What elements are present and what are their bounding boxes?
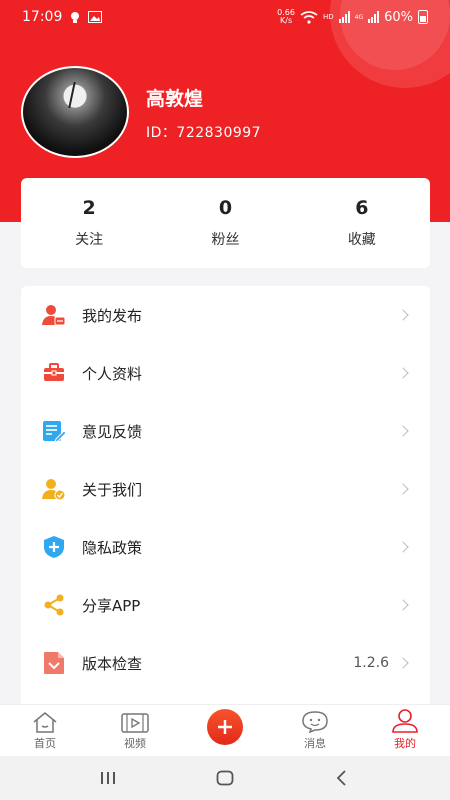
menu-item-share[interactable]: 分享APP bbox=[21, 576, 430, 634]
clock: 17:09 bbox=[22, 9, 63, 25]
stat-label: 收藏 bbox=[347, 232, 376, 248]
tab-messages[interactable]: 消息 bbox=[270, 705, 360, 756]
status-bar: 17:09 0.66 K/s HD 4G 60% bbox=[0, 0, 450, 34]
home-icon bbox=[33, 712, 57, 733]
tab-video[interactable]: 视频 bbox=[90, 705, 180, 756]
feedback-icon bbox=[42, 419, 66, 443]
tab-label: 首页 bbox=[34, 737, 56, 750]
video-icon bbox=[121, 713, 149, 733]
chevron-right-icon bbox=[397, 425, 409, 437]
signal-icon bbox=[338, 11, 350, 23]
recent-apps-icon bbox=[101, 772, 116, 784]
tab-label: 视频 bbox=[124, 737, 146, 750]
net-speed: 0.66 K/s bbox=[277, 8, 295, 25]
menu-item-label: 意见反馈 bbox=[82, 422, 143, 441]
stat-value: 6 bbox=[355, 197, 369, 219]
menu-item-version[interactable]: 版本检查 1.2.6 bbox=[21, 634, 430, 692]
version-number: 1.2.6 bbox=[353, 655, 389, 671]
notification-bulb-icon bbox=[71, 11, 80, 23]
stat-favorites[interactable]: 6 收藏 bbox=[294, 178, 430, 268]
battery-percent: 60% bbox=[384, 9, 413, 25]
shield-plus-icon bbox=[42, 535, 66, 559]
message-icon bbox=[302, 711, 328, 733]
user-post-icon bbox=[42, 303, 66, 327]
battery-icon bbox=[418, 10, 428, 24]
stat-following[interactable]: 2 关注 bbox=[21, 178, 157, 268]
chevron-right-icon bbox=[397, 541, 409, 553]
menu-item-feedback[interactable]: 意见反馈 bbox=[21, 402, 430, 460]
network-type: 4G bbox=[354, 13, 364, 21]
user-icon bbox=[392, 709, 418, 733]
stat-label: 粉丝 bbox=[211, 232, 240, 248]
back-button[interactable] bbox=[322, 763, 362, 793]
menu-item-my-posts[interactable]: 我的发布 bbox=[21, 286, 430, 344]
menu-item-profile[interactable]: 个人资料 bbox=[21, 344, 430, 402]
user-name: 高敦煌 bbox=[146, 88, 204, 110]
version-icon bbox=[42, 651, 66, 675]
stats-card: 2 关注 0 粉丝 6 收藏 bbox=[21, 178, 430, 268]
menu-item-label: 分享APP bbox=[82, 596, 141, 615]
chevron-right-icon bbox=[397, 599, 409, 611]
gallery-icon bbox=[88, 11, 103, 23]
menu-item-label: 隐私政策 bbox=[82, 538, 143, 557]
wifi-icon bbox=[300, 10, 318, 24]
chevron-right-icon bbox=[397, 657, 409, 669]
stat-followers[interactable]: 0 粉丝 bbox=[157, 178, 293, 268]
menu-item-label: 版本检查 bbox=[82, 654, 143, 673]
settings-menu: 我的发布 个人资料 意见反馈 关于我们 隐私政策 分享APP 版本检查 1.2.… bbox=[21, 286, 430, 710]
home-square-icon bbox=[216, 770, 234, 786]
share-icon bbox=[42, 593, 66, 617]
bottom-tab-bar: 首页 视频 消息 我的 bbox=[0, 704, 450, 756]
tab-label: 消息 bbox=[304, 737, 326, 750]
hd-badge: HD bbox=[322, 13, 334, 21]
signal-icon bbox=[368, 11, 380, 23]
tab-me[interactable]: 我的 bbox=[360, 705, 450, 756]
chevron-right-icon bbox=[397, 309, 409, 321]
stat-label: 关注 bbox=[75, 232, 104, 248]
system-nav-bar bbox=[0, 756, 450, 800]
menu-item-label: 我的发布 bbox=[82, 306, 143, 325]
about-us-icon bbox=[42, 477, 66, 501]
menu-item-label: 关于我们 bbox=[82, 480, 143, 499]
home-button[interactable] bbox=[205, 763, 245, 793]
tab-home[interactable]: 首页 bbox=[0, 705, 90, 756]
chevron-right-icon bbox=[397, 483, 409, 495]
menu-item-about[interactable]: 关于我们 bbox=[21, 460, 430, 518]
avatar[interactable] bbox=[21, 66, 129, 158]
back-chevron-icon bbox=[336, 770, 346, 786]
toolbox-icon bbox=[42, 361, 66, 385]
stat-value: 2 bbox=[82, 197, 96, 219]
tab-label: 我的 bbox=[394, 737, 416, 750]
tab-add[interactable] bbox=[180, 705, 270, 756]
chevron-right-icon bbox=[397, 367, 409, 379]
recent-apps-button[interactable] bbox=[88, 763, 128, 793]
plus-icon bbox=[207, 709, 243, 745]
stat-value: 0 bbox=[218, 197, 233, 219]
menu-item-privacy[interactable]: 隐私政策 bbox=[21, 518, 430, 576]
user-id: ID：722830997 bbox=[146, 125, 262, 141]
menu-item-label: 个人资料 bbox=[82, 364, 143, 383]
